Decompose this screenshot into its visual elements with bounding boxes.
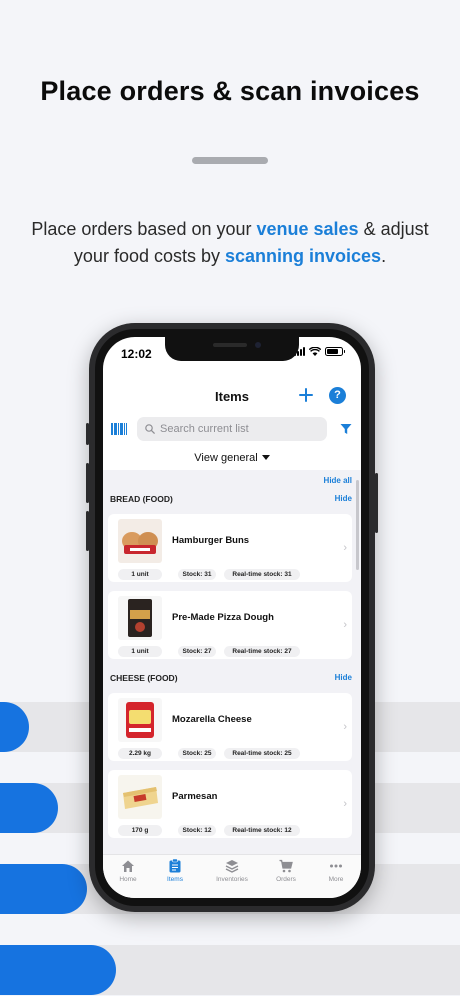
item-stock: Stock: 31	[178, 569, 216, 580]
caret-down-icon	[261, 455, 270, 460]
filter-icon[interactable]	[340, 423, 352, 435]
hide-all-button[interactable]: Hide all	[324, 476, 352, 485]
plus-icon	[299, 388, 313, 402]
background-stripe-accent	[0, 945, 116, 995]
tab-label: Inventories	[216, 876, 248, 883]
tab-label: Items	[167, 876, 183, 883]
tab-more[interactable]: More	[311, 859, 361, 883]
item-name: Pre-Made Pizza Dough	[172, 612, 274, 623]
tab-label: More	[328, 876, 344, 883]
wifi-icon	[309, 347, 321, 356]
product-image	[118, 698, 162, 742]
item-name: Hamburger Buns	[172, 535, 250, 546]
section-hide-button[interactable]: Hide	[335, 673, 352, 682]
more-icon	[330, 864, 342, 868]
product-image	[118, 775, 162, 819]
chevron-right-icon: ›	[343, 798, 347, 810]
subtitle-text-3: .	[381, 246, 387, 266]
home-icon	[122, 860, 134, 872]
item-realtime-stock: Real-time stock: 27	[224, 646, 300, 657]
app-screen: 12:02 Items ? View general Hide all BREA…	[103, 337, 361, 898]
phone-button	[375, 473, 378, 533]
tab-inventories[interactable]: Inventories	[207, 859, 257, 883]
list-item[interactable]: Hamburger Buns › 1 unit Stock: 31 Real-t…	[108, 514, 352, 582]
tab-label: Home	[119, 876, 137, 883]
section-title: BREAD (FOOD)	[110, 494, 173, 504]
item-name: Mozarella Cheese	[172, 714, 252, 725]
item-realtime-stock: Real-time stock: 25	[224, 748, 300, 759]
phone-button	[86, 511, 89, 551]
notch	[165, 337, 299, 361]
section-hide-button[interactable]: Hide	[335, 494, 352, 503]
chevron-right-icon: ›	[343, 721, 347, 733]
cart-icon	[279, 859, 293, 873]
help-button[interactable]: ?	[329, 387, 346, 404]
subtitle-text-1: Place orders based on your	[31, 219, 257, 239]
phone-mockup: 12:02 Items ? View general Hide all BREA…	[86, 323, 378, 912]
search-icon	[145, 424, 155, 434]
item-realtime-stock: Real-time stock: 31	[224, 569, 300, 580]
list-item[interactable]: Pre-Made Pizza Dough › 1 unit Stock: 27 …	[108, 591, 352, 659]
clipboard-icon	[169, 859, 181, 873]
subtitle-highlight-scanning-invoices: scanning invoices	[225, 246, 382, 266]
item-name: Parmesan	[172, 791, 218, 802]
item-unit: 1 unit	[118, 569, 162, 580]
tab-home[interactable]: Home	[103, 859, 153, 883]
section-header-cheese: CHEESE (FOOD) Hide	[110, 673, 352, 687]
item-realtime-stock: Real-time stock: 12	[224, 825, 300, 836]
page-title: Items	[215, 389, 249, 404]
product-image	[118, 596, 162, 640]
list-item[interactable]: Mozarella Cheese › 2.29 kg Stock: 25 Rea…	[108, 693, 352, 761]
list-item[interactable]: Parmesan › 170 g Stock: 12 Real-time sto…	[108, 770, 352, 838]
scrollbar[interactable]	[356, 480, 359, 570]
subtitle-highlight-venue-sales: venue sales	[256, 219, 359, 239]
items-list[interactable]: Hide all BREAD (FOOD) Hide Hamburger Bun…	[103, 470, 361, 854]
add-item-button[interactable]	[299, 385, 313, 406]
item-unit: 2.29 kg	[118, 748, 162, 759]
headline: Place orders & scan invoices	[40, 76, 420, 106]
layers-icon	[225, 860, 239, 873]
search-input[interactable]	[160, 423, 320, 435]
tab-orders[interactable]: Orders	[261, 859, 311, 883]
status-time: 12:02	[121, 347, 152, 361]
section-title: CHEESE (FOOD)	[110, 673, 178, 683]
item-unit: 170 g	[118, 825, 162, 836]
subtitle: Place orders based on your venue sales &…	[20, 216, 440, 270]
view-selector[interactable]: View general	[103, 452, 361, 464]
chevron-right-icon: ›	[343, 542, 347, 554]
item-stock: Stock: 12	[178, 825, 216, 836]
barcode-scan-button[interactable]	[111, 423, 127, 435]
tab-label: Orders	[276, 876, 296, 883]
item-stock: Stock: 25	[178, 748, 216, 759]
phone-button	[86, 463, 89, 503]
divider	[192, 157, 268, 164]
search-field[interactable]	[137, 417, 327, 441]
section-header-bread: BREAD (FOOD) Hide	[110, 494, 352, 508]
tab-bar: Home Items Inventories Orders More	[103, 854, 361, 898]
tab-items[interactable]: Items	[150, 859, 200, 883]
item-unit: 1 unit	[118, 646, 162, 657]
chevron-right-icon: ›	[343, 619, 347, 631]
view-selector-value: View general	[194, 452, 258, 464]
product-image	[118, 519, 162, 563]
phone-button	[86, 423, 89, 445]
status-icons	[294, 347, 345, 356]
item-stock: Stock: 27	[178, 646, 216, 657]
background-stripe-accent	[0, 783, 58, 833]
help-icon: ?	[334, 389, 341, 401]
battery-icon	[325, 347, 345, 356]
background-stripe-accent	[0, 864, 87, 914]
